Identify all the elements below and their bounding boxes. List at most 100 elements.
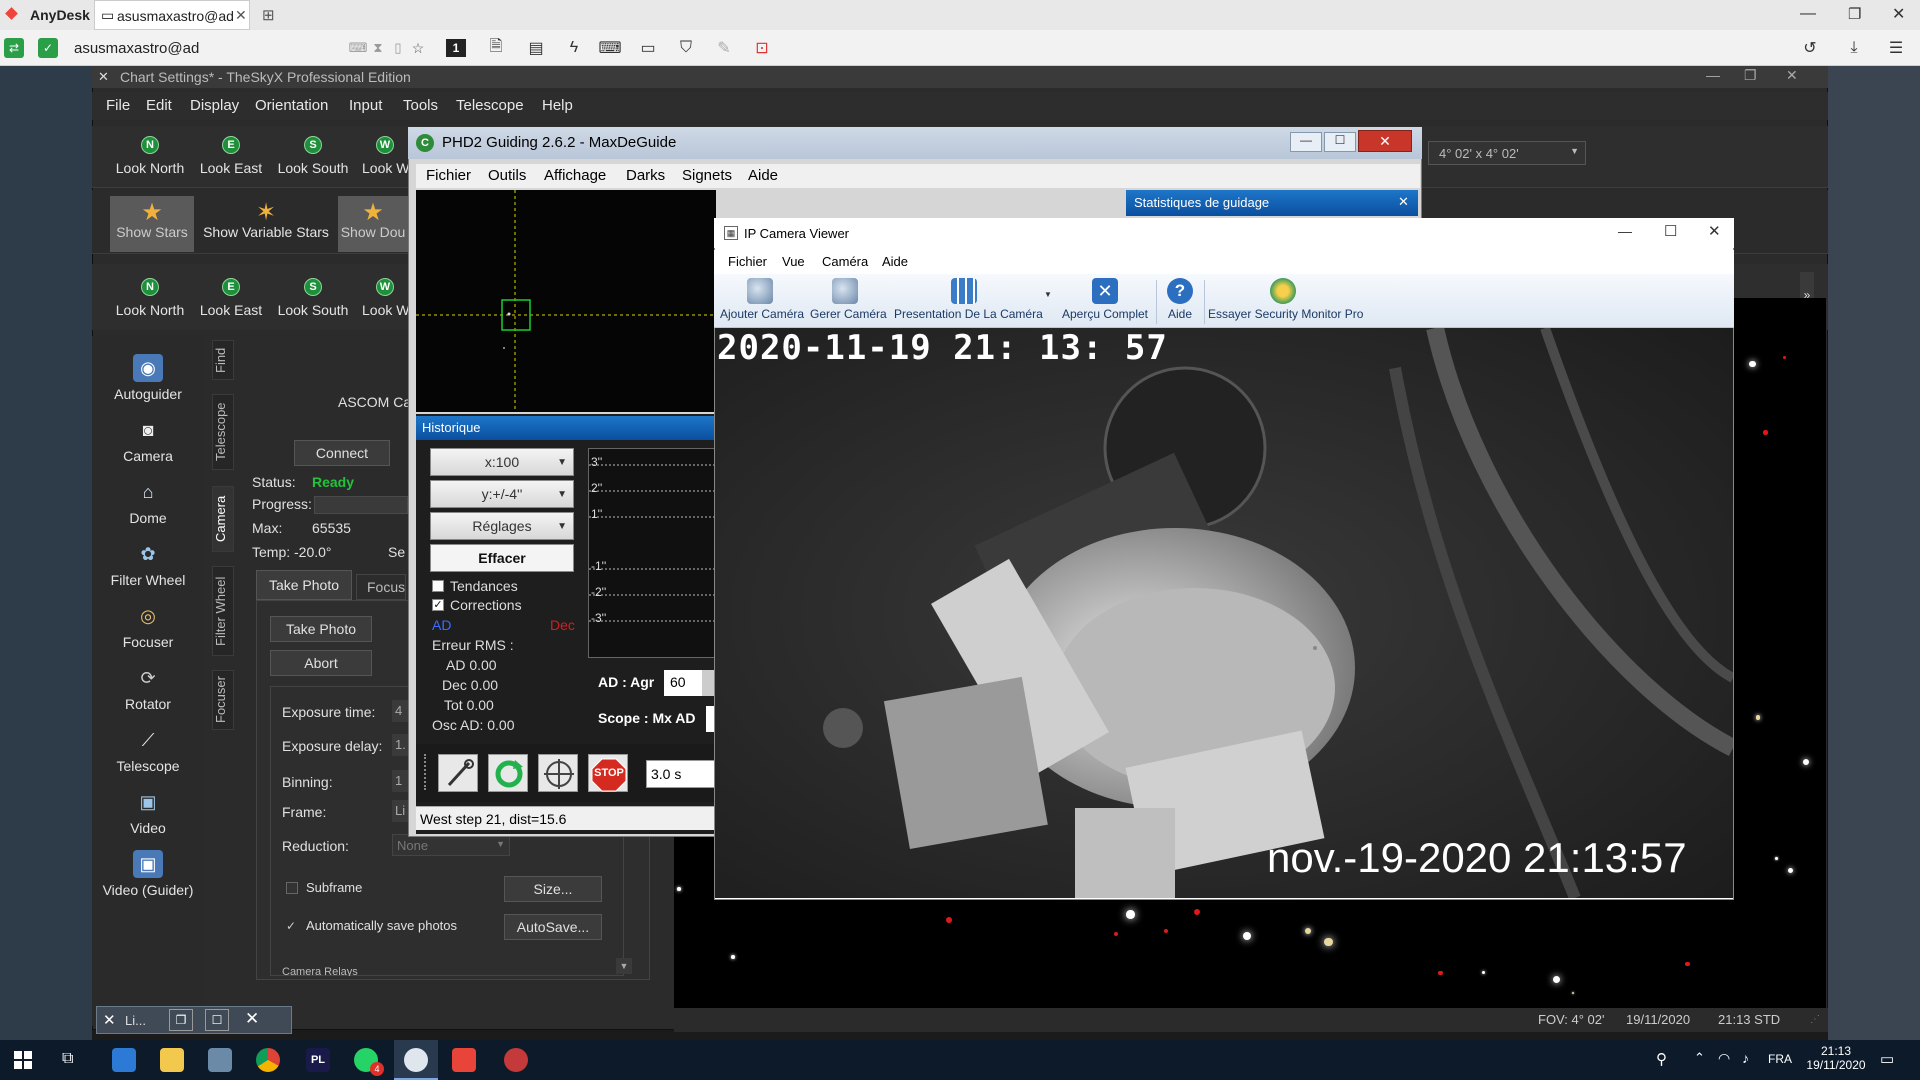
chat-icon[interactable]: ▤: [524, 36, 548, 60]
file-icon[interactable]: 🗎: [484, 36, 508, 60]
taskbar-app-icon[interactable]: [112, 1048, 136, 1072]
auto-select-star-button[interactable]: [538, 754, 578, 792]
phd2-taskbar-slot[interactable]: [394, 1040, 438, 1080]
whatsapp-icon[interactable]: 4: [354, 1048, 384, 1076]
skyx-minimize-icon[interactable]: —: [1706, 67, 1720, 83]
new-tab-icon[interactable]: ⊞: [262, 6, 275, 24]
vtab-find[interactable]: Find: [212, 340, 234, 380]
task-view-icon[interactable]: ⧉: [62, 1050, 73, 1068]
address-field[interactable]: asusmaxastro@ad: [74, 40, 199, 57]
scroll-down-icon[interactable]: ▼: [616, 958, 632, 974]
skyx-close-icon[interactable]: ✕: [1786, 67, 1798, 84]
phd2-minimize-icon[interactable]: —: [1290, 132, 1322, 152]
star-icon[interactable]: ☆: [406, 36, 430, 60]
sidebar-item-autoguider[interactable]: ◉ Autoguider: [92, 354, 204, 402]
history-icon[interactable]: ↺: [1798, 36, 1822, 60]
ip-help-button[interactable]: ? Aide: [1160, 278, 1200, 321]
close-icon[interactable]: ✕: [1892, 4, 1905, 24]
menu-input[interactable]: Input: [349, 97, 382, 114]
subframe-checkbox[interactable]: [286, 882, 298, 894]
clear-history-button[interactable]: Effacer: [430, 544, 574, 572]
stop-button[interactable]: STOP: [588, 754, 628, 792]
volume-icon[interactable]: ♪: [1742, 1050, 1749, 1066]
loop-exposure-button[interactable]: [488, 754, 528, 792]
menu-file[interactable]: File: [106, 97, 130, 114]
ip-menu-file[interactable]: Fichier: [728, 254, 767, 269]
skyx-restore-icon[interactable]: ❐: [1744, 67, 1757, 84]
mini-maximize-icon[interactable]: ☐: [205, 1009, 229, 1031]
look-north-button[interactable]: N Look North: [112, 136, 188, 176]
menu-display[interactable]: Display: [190, 97, 239, 114]
pl-app-icon[interactable]: PL: [306, 1048, 330, 1072]
taskbar-clock[interactable]: 21:13 19/11/2020: [1804, 1044, 1868, 1072]
tab-focus[interactable]: Focus: [356, 574, 406, 600]
look-south-button-2[interactable]: S Look South: [276, 278, 350, 318]
exposure-duration-select[interactable]: 3.0 s: [646, 760, 716, 788]
camera-feed[interactable]: 2020-11-19 21: 13: 57 nov.-19-2020 21:13…: [715, 328, 1733, 898]
chrome-icon[interactable]: [256, 1048, 280, 1072]
restore-icon[interactable]: ❐: [1848, 5, 1861, 23]
skyx-taskbar-icon[interactable]: [208, 1048, 232, 1072]
try-security-monitor-button[interactable]: Essayer Security Monitor Pro: [1208, 278, 1363, 321]
mini-close-icon[interactable]: ✕: [245, 1009, 259, 1029]
abort-button[interactable]: Abort: [270, 650, 372, 676]
action-icon[interactable]: ϟ: [562, 36, 586, 60]
display-icon[interactable]: ▭: [636, 36, 660, 60]
vtab-camera[interactable]: Camera: [212, 486, 234, 552]
language-indicator[interactable]: FRA: [1768, 1052, 1792, 1066]
look-west-button-2[interactable]: W Look W: [362, 278, 408, 318]
sidebar-item-video[interactable]: ▣ Video: [92, 788, 204, 837]
look-east-button[interactable]: E Look East: [196, 136, 266, 176]
trends-checkbox[interactable]: [432, 580, 444, 592]
sidebar-item-dome[interactable]: ⌂ Dome: [92, 478, 204, 527]
notification-icon[interactable]: ▭: [1880, 1050, 1894, 1068]
menu-tools[interactable]: Tools: [403, 97, 438, 114]
phd2-maximize-icon[interactable]: ☐: [1324, 132, 1356, 152]
fov-combo[interactable]: 4° 02' x 4° 02' ▼: [1428, 141, 1586, 165]
close-tab-icon[interactable]: ✕: [235, 7, 247, 24]
ip-minimize-icon[interactable]: —: [1618, 223, 1632, 239]
anydesk-taskbar-icon[interactable]: [452, 1048, 476, 1072]
camera-layout-button[interactable]: Presentation De La Caméra: [894, 278, 1043, 321]
monitor-1-icon[interactable]: 1: [446, 39, 466, 57]
sidebar-item-telescope[interactable]: ⟋ Telescope: [92, 726, 204, 775]
show-variable-stars-button[interactable]: ✶ Show Variable Stars: [202, 196, 330, 241]
connect-button[interactable]: Connect: [294, 440, 390, 466]
phd2-menu-darks[interactable]: Darks: [626, 167, 665, 184]
tab-take-photo[interactable]: Take Photo: [256, 570, 352, 600]
guide-stats-close-icon[interactable]: ✕: [1398, 194, 1409, 210]
mini-restore-icon[interactable]: ❐: [169, 1009, 193, 1031]
tray-chevron-icon[interactable]: ⌃: [1694, 1050, 1705, 1066]
menu-help[interactable]: Help: [542, 97, 573, 114]
ra-aggressiveness-input[interactable]: 60: [664, 670, 702, 696]
auto-save-checkbox[interactable]: ✓: [286, 920, 298, 932]
sidebar-item-rotator[interactable]: ⟳ Rotator: [92, 664, 204, 713]
take-photo-button[interactable]: Take Photo: [270, 616, 372, 642]
sidebar-item-camera[interactable]: ◙ Camera: [92, 416, 204, 465]
windows-start-icon[interactable]: [14, 1051, 32, 1069]
reduction-select[interactable]: None ▼: [392, 834, 510, 856]
size-button[interactable]: Size...: [504, 876, 602, 902]
phd2-menu-tools[interactable]: Outils: [488, 167, 526, 184]
vtab-filter-wheel[interactable]: Filter Wheel: [212, 566, 234, 656]
history-x-scale-select[interactable]: x:100 ▼: [430, 448, 574, 476]
full-preview-button[interactable]: ✕ Aperçu Complet: [1060, 278, 1150, 321]
look-north-button-2[interactable]: N Look North: [112, 278, 188, 318]
ip-menu-camera[interactable]: Caméra: [822, 254, 868, 269]
phd2-menu-view[interactable]: Affichage: [544, 167, 606, 184]
sidebar-item-filter-wheel[interactable]: ✿ Filter Wheel: [92, 540, 204, 589]
guide-camera-image[interactable]: [416, 190, 716, 412]
phd2-menu-file[interactable]: Fichier: [426, 167, 471, 184]
phd2-menu-bookmarks[interactable]: Signets: [682, 167, 732, 184]
autosave-button[interactable]: AutoSave...: [504, 914, 602, 940]
connect-equipment-button[interactable]: [438, 754, 478, 792]
people-icon[interactable]: ⚲: [1656, 1050, 1667, 1068]
ip-menu-help[interactable]: Aide: [882, 254, 908, 269]
sidebar-item-video-guider[interactable]: ▣ Video (Guider): [92, 850, 204, 898]
add-camera-button[interactable]: Ajouter Caméra: [720, 278, 804, 321]
look-west-button[interactable]: W Look W: [362, 136, 408, 176]
verified-icon[interactable]: ✓: [38, 38, 58, 58]
record-icon[interactable]: ⊡: [750, 36, 774, 60]
vtab-focuser[interactable]: Focuser: [212, 670, 234, 730]
anydesk-session-tab[interactable]: ▭ asusmaxastro@ad ✕: [94, 0, 250, 30]
